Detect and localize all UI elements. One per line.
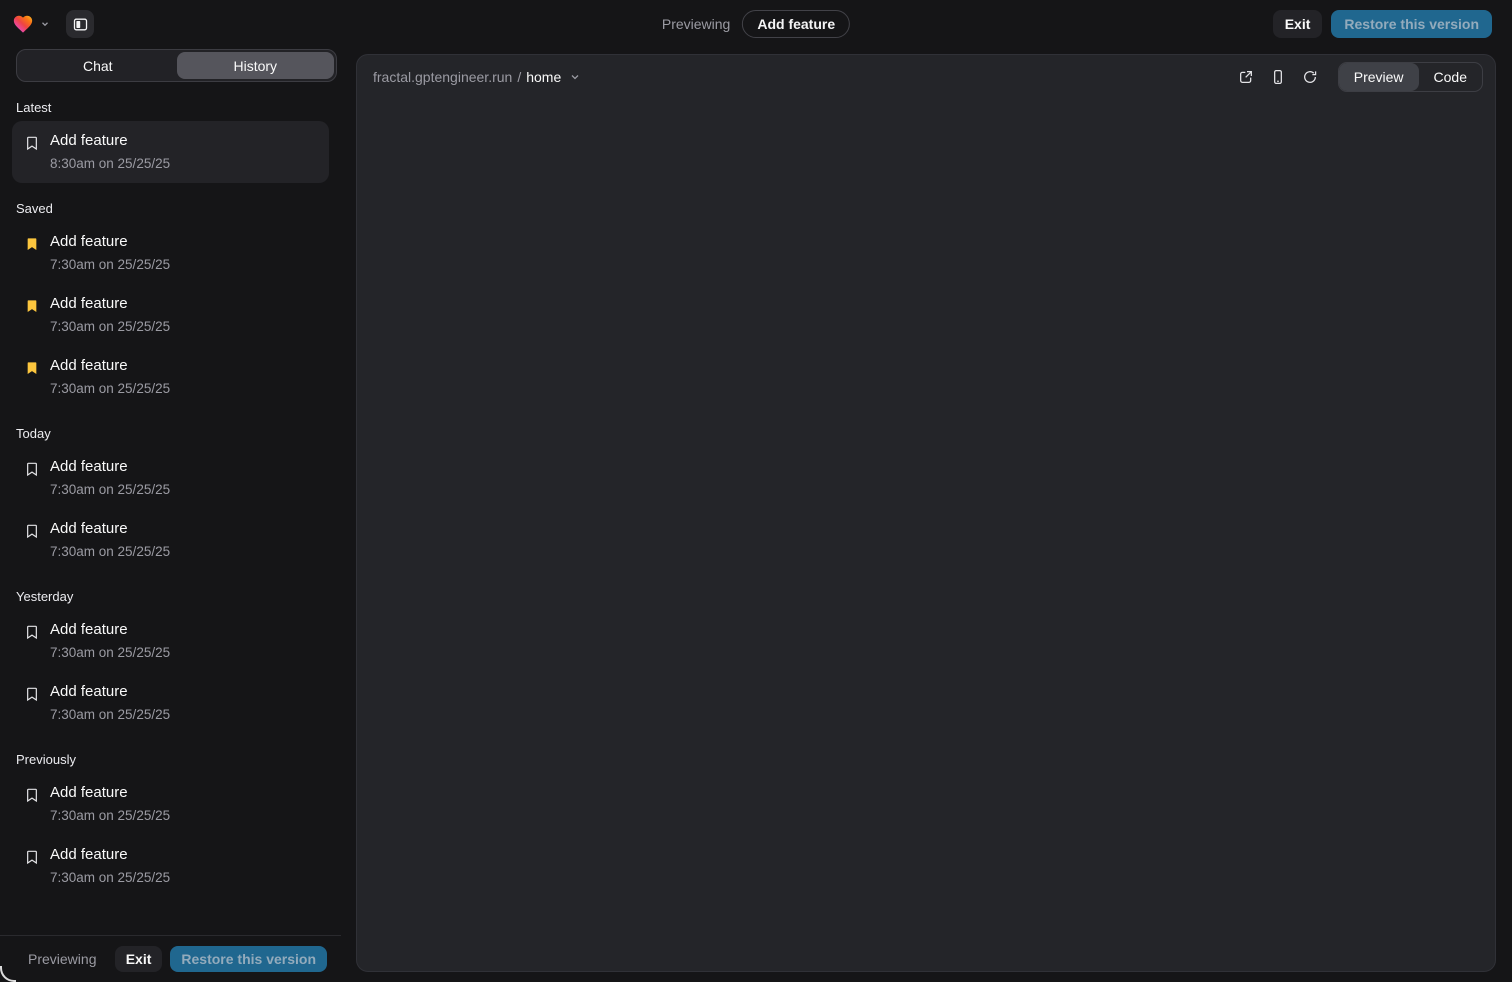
preview-panel: fractal.gptengineer.run / home bbox=[356, 54, 1496, 972]
section-label: Today bbox=[16, 426, 325, 441]
section-label: Yesterday bbox=[16, 589, 325, 604]
url-page: home bbox=[526, 69, 561, 85]
history-section: Yesterday Add feature 7:30am on 25/25/25… bbox=[12, 589, 329, 734]
mobile-preview-icon bbox=[1270, 69, 1286, 85]
history-section: Saved Add feature 7:30am on 25/25/25 Add… bbox=[12, 201, 329, 408]
restore-version-button[interactable]: Restore this version bbox=[170, 946, 327, 972]
section-label: Latest bbox=[16, 100, 325, 115]
panel-left-icon bbox=[72, 16, 89, 33]
bookmark-filled-icon bbox=[24, 298, 40, 314]
version-title: Add feature bbox=[50, 683, 170, 701]
version-title: Add feature bbox=[50, 520, 170, 538]
version-title: Add feature bbox=[50, 295, 170, 313]
restore-version-button[interactable]: Restore this version bbox=[1331, 10, 1492, 38]
mobile-preview-button[interactable] bbox=[1264, 63, 1292, 91]
top-bar: Previewing Add feature Exit Restore this… bbox=[0, 0, 1512, 48]
section-label: Saved bbox=[16, 201, 325, 216]
version-timestamp: 8:30am on 25/25/25 bbox=[50, 156, 170, 171]
version-item[interactable]: Add feature 8:30am on 25/25/25 bbox=[12, 121, 329, 183]
view-toggle-preview[interactable]: Preview bbox=[1339, 63, 1419, 91]
version-item[interactable]: Add feature 7:30am on 25/25/25 bbox=[12, 447, 329, 509]
bookmark-outline-icon bbox=[24, 461, 40, 477]
main-area: ChatHistory Latest Add feature 8:30am on… bbox=[0, 48, 1512, 982]
preview-url-selector[interactable]: fractal.gptengineer.run / home bbox=[373, 69, 581, 85]
version-timestamp: 7:30am on 25/25/25 bbox=[50, 808, 170, 823]
version-timestamp: 7:30am on 25/25/25 bbox=[50, 482, 170, 497]
version-title: Add feature bbox=[50, 458, 170, 476]
version-timestamp: 7:30am on 25/25/25 bbox=[50, 381, 170, 396]
preview-header: fractal.gptengineer.run / home bbox=[357, 55, 1495, 99]
version-item[interactable]: Add feature 7:30am on 25/25/25 bbox=[12, 672, 329, 734]
sidebar-tab-history[interactable]: History bbox=[177, 52, 335, 79]
view-toggle-code[interactable]: Code bbox=[1419, 63, 1482, 91]
version-title: Add feature bbox=[50, 357, 170, 375]
bookmark-outline-icon bbox=[24, 523, 40, 539]
exit-button[interactable]: Exit bbox=[115, 946, 163, 972]
url-host: fractal.gptengineer.run bbox=[373, 69, 512, 85]
history-section: Previously Add feature 7:30am on 25/25/2… bbox=[12, 752, 329, 897]
version-title: Add feature bbox=[50, 132, 170, 150]
chevron-down-icon bbox=[569, 71, 581, 83]
lovable-heart-icon[interactable] bbox=[12, 13, 34, 35]
version-item[interactable]: Add feature 7:30am on 25/25/25 bbox=[12, 222, 329, 284]
open-external-button[interactable] bbox=[1232, 63, 1260, 91]
open-external-icon bbox=[1238, 69, 1254, 85]
bookmark-outline-icon bbox=[24, 624, 40, 640]
exit-button[interactable]: Exit bbox=[1273, 10, 1323, 38]
version-name-pill[interactable]: Add feature bbox=[742, 10, 850, 38]
version-title: Add feature bbox=[50, 846, 170, 864]
bookmark-outline-icon bbox=[24, 849, 40, 865]
version-timestamp: 7:30am on 25/25/25 bbox=[50, 707, 170, 722]
previewing-status-label: Previewing bbox=[28, 951, 96, 967]
preview-wrapper: fractal.gptengineer.run / home bbox=[341, 48, 1512, 982]
url-separator: / bbox=[517, 69, 521, 85]
version-history-list: Latest Add feature 8:30am on 25/25/25 Sa… bbox=[0, 82, 341, 935]
history-section: Latest Add feature 8:30am on 25/25/25 bbox=[12, 100, 329, 183]
version-timestamp: 7:30am on 25/25/25 bbox=[50, 257, 170, 272]
history-section: Today Add feature 7:30am on 25/25/25 Add… bbox=[12, 426, 329, 571]
sidebar-footer: Previewing Exit Restore this version bbox=[0, 935, 341, 982]
version-item[interactable]: Add feature 7:30am on 25/25/25 bbox=[12, 835, 329, 897]
version-timestamp: 7:30am on 25/25/25 bbox=[50, 645, 170, 660]
version-title: Add feature bbox=[50, 621, 170, 639]
bookmark-outline-icon bbox=[24, 135, 40, 151]
bookmark-filled-icon bbox=[24, 236, 40, 252]
bookmark-outline-icon bbox=[24, 686, 40, 702]
version-item[interactable]: Add feature 7:30am on 25/25/25 bbox=[12, 284, 329, 346]
preview-canvas[interactable] bbox=[357, 99, 1495, 971]
version-item[interactable]: Add feature 7:30am on 25/25/25 bbox=[12, 346, 329, 408]
version-title: Add feature bbox=[50, 784, 170, 802]
refresh-icon bbox=[1302, 69, 1318, 85]
history-sidebar: ChatHistory Latest Add feature 8:30am on… bbox=[0, 48, 341, 982]
version-item[interactable]: Add feature 7:30am on 25/25/25 bbox=[12, 773, 329, 835]
version-timestamp: 7:30am on 25/25/25 bbox=[50, 319, 170, 334]
sidebar-toggle-button[interactable] bbox=[66, 10, 94, 38]
section-label: Previously bbox=[16, 752, 325, 767]
version-timestamp: 7:30am on 25/25/25 bbox=[50, 544, 170, 559]
sidebar-tabs: ChatHistory bbox=[16, 49, 337, 82]
version-item[interactable]: Add feature 7:30am on 25/25/25 bbox=[12, 509, 329, 571]
previewing-status-label: Previewing bbox=[662, 16, 730, 32]
bookmark-filled-icon bbox=[24, 360, 40, 376]
preview-code-toggle: PreviewCode bbox=[1338, 62, 1483, 92]
version-item[interactable]: Add feature 7:30am on 25/25/25 bbox=[12, 610, 329, 672]
version-timestamp: 7:30am on 25/25/25 bbox=[50, 870, 170, 885]
bookmark-outline-icon bbox=[24, 787, 40, 803]
version-title: Add feature bbox=[50, 233, 170, 251]
chevron-down-icon[interactable] bbox=[40, 19, 50, 29]
sidebar-tab-chat[interactable]: Chat bbox=[19, 52, 177, 79]
refresh-button[interactable] bbox=[1296, 63, 1324, 91]
